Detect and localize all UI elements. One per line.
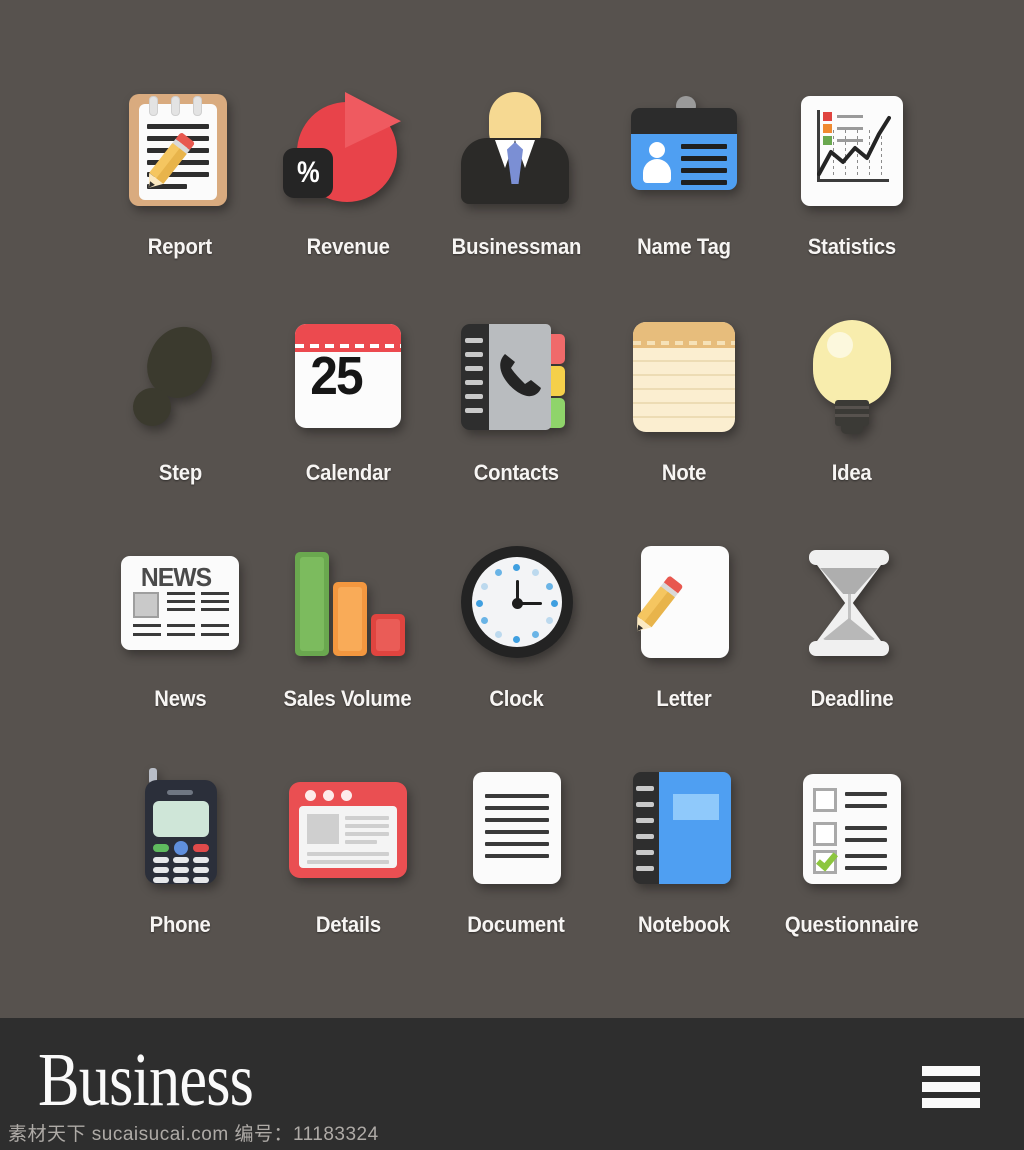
- menu-bar-2: [922, 1082, 980, 1092]
- icon-cell-notebook[interactable]: Notebook: [600, 764, 768, 990]
- icon-label: News: [153, 686, 207, 711]
- browser-window-details-icon: [283, 764, 413, 894]
- icon-cell-document[interactable]: Document: [432, 764, 600, 990]
- icon-label: Contacts: [473, 460, 559, 485]
- icon-label: Report: [147, 234, 213, 259]
- icon-cell-contacts[interactable]: Contacts: [432, 312, 600, 538]
- mobile-phone-icon: [115, 764, 245, 894]
- icon-label: Revenue: [306, 234, 390, 259]
- menu-bar-3: [922, 1098, 980, 1108]
- icon-label: Deadline: [810, 686, 894, 711]
- icon-cell-note[interactable]: Note: [600, 312, 768, 538]
- clock-icon: [451, 538, 581, 668]
- icon-cell-calendar[interactable]: 25 Calendar: [264, 312, 432, 538]
- businessman-icon: [451, 86, 581, 216]
- hamburger-menu-icon[interactable]: [922, 1066, 980, 1108]
- icon-label: Questionnaire: [785, 912, 919, 937]
- footer-bar: Business 素材天下 sucaisucai.com 编号：11183324: [0, 1018, 1024, 1150]
- icon-cell-statistics[interactable]: Statistics: [768, 86, 936, 312]
- hourglass-deadline-icon: [787, 538, 917, 668]
- icon-cell-deadline[interactable]: Deadline: [768, 538, 936, 764]
- icon-label: Idea: [832, 460, 872, 485]
- icon-label: Statistics: [807, 234, 897, 259]
- icon-cell-letter[interactable]: Letter: [600, 538, 768, 764]
- icon-cell-businessman[interactable]: Businessman: [432, 86, 600, 312]
- statistics-chart-icon: [787, 86, 917, 216]
- watermark-text: 素材天下 sucaisucai.com 编号：11183324: [8, 1124, 379, 1145]
- document-page-icon: [451, 764, 581, 894]
- news-headline: NEWS: [140, 562, 212, 592]
- bar-chart-icon: [283, 538, 413, 668]
- icon-label: Phone: [149, 912, 211, 937]
- icon-cell-questionnaire[interactable]: Questionnaire: [768, 764, 936, 990]
- icon-cell-nametag[interactable]: Name Tag: [600, 86, 768, 312]
- icon-label: Calendar: [305, 460, 391, 485]
- icon-set-page: Report % Revenue Businessman Name Tag St…: [0, 0, 1024, 1150]
- icon-label: Document: [467, 912, 565, 937]
- note-pad-icon: [619, 312, 749, 442]
- icon-cell-phone[interactable]: Phone: [96, 764, 264, 990]
- calendar-icon: 25: [283, 312, 413, 442]
- percent-badge: %: [283, 148, 333, 198]
- icon-label: Notebook: [638, 912, 730, 937]
- icon-label: Note: [661, 460, 707, 485]
- icon-cell-details[interactable]: Details: [264, 764, 432, 990]
- icon-label: Clock: [488, 686, 544, 711]
- phone-handset-icon: [500, 354, 541, 397]
- icon-label: Businessman: [451, 234, 581, 259]
- footprint-step-icon: [115, 312, 245, 442]
- icon-label: Sales Volume: [284, 686, 412, 711]
- lightbulb-idea-icon: [787, 312, 917, 442]
- icon-label: Name Tag: [637, 234, 731, 259]
- newspaper-icon: NEWS: [115, 538, 245, 668]
- icon-label: Details: [315, 912, 381, 937]
- calendar-day: 25: [310, 346, 363, 406]
- report-notepad-icon: [115, 86, 245, 216]
- icon-cell-clock[interactable]: Clock: [432, 538, 600, 764]
- icon-cell-report[interactable]: Report: [96, 86, 264, 312]
- icon-label: Step: [158, 460, 202, 485]
- contacts-book-icon: [451, 312, 581, 442]
- name-tag-badge-icon: [619, 86, 749, 216]
- icon-cell-news[interactable]: NEWS News: [96, 538, 264, 764]
- menu-bar-1: [922, 1066, 980, 1076]
- icon-cell-sales-volume[interactable]: Sales Volume: [264, 538, 432, 764]
- questionnaire-checklist-icon: [787, 764, 917, 894]
- icon-cell-step[interactable]: Step: [96, 312, 264, 538]
- icon-grid: Report % Revenue Businessman Name Tag St…: [96, 86, 936, 990]
- notebook-icon: [619, 764, 749, 894]
- page-title: Business: [38, 1038, 254, 1122]
- icon-cell-idea[interactable]: Idea: [768, 312, 936, 538]
- icon-label: Letter: [656, 686, 712, 711]
- percent-symbol: %: [296, 156, 320, 189]
- letter-pencil-icon: [619, 538, 749, 668]
- revenue-pie-chart-icon: %: [283, 86, 413, 216]
- icon-cell-revenue[interactable]: % Revenue: [264, 86, 432, 312]
